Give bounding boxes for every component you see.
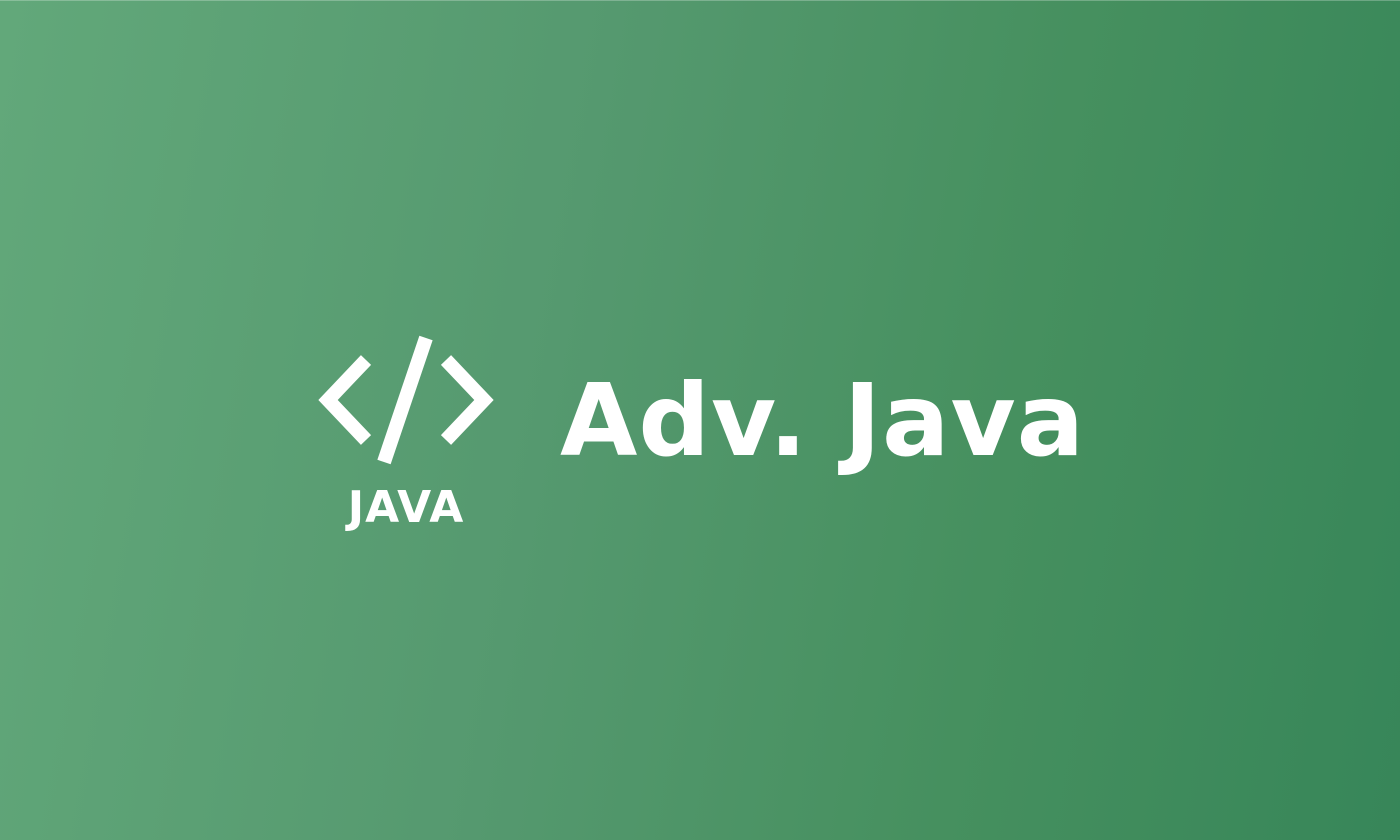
logo-label: JAVA	[347, 482, 465, 533]
top-edge-line	[0, 0, 1400, 1]
page-title: Adv. Java	[560, 362, 1086, 479]
banner: JAVA Adv. Java	[0, 0, 1400, 840]
code-brackets-icon	[318, 335, 494, 465]
java-logo: JAVA	[318, 334, 494, 534]
